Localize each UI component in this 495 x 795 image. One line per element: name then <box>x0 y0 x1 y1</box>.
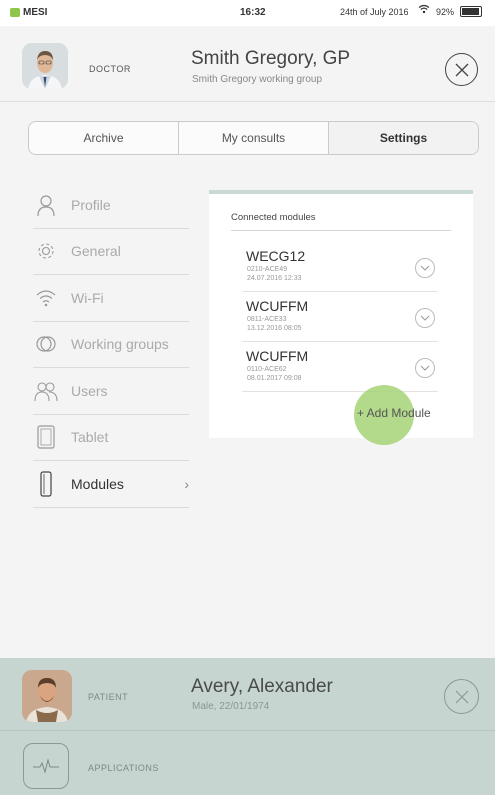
module-item[interactable]: WCUFFM 0110-ACE62 08.01.2017 09:08 <box>242 342 438 392</box>
chevron-down-icon <box>420 265 430 271</box>
menu-label: Tablet <box>71 429 109 446</box>
module-id: 0110-ACE62 <box>247 366 287 373</box>
doctor-name: Smith Gregory, GP <box>191 48 351 69</box>
add-module-button[interactable]: + Add Module <box>357 406 431 420</box>
module-name: WCUFFM <box>246 348 309 364</box>
menu-label: General <box>71 243 121 260</box>
battery-percent: 92% <box>436 7 455 17</box>
chevron-right-icon: › <box>184 476 189 492</box>
menu-item-profile[interactable]: Profile <box>33 182 189 229</box>
patient-name: Avery, Alexander <box>191 676 333 697</box>
chevron-down-icon <box>420 365 430 371</box>
tablet-icon <box>33 424 59 450</box>
menu-label: Modules <box>71 475 124 492</box>
status-bar: MESI 16:32 24th of July 2016 92% <box>0 0 495 26</box>
status-time: 16:32 <box>240 7 266 18</box>
expand-button[interactable] <box>415 308 435 328</box>
menu-label: Working groups <box>71 336 169 353</box>
person-icon <box>33 192 59 218</box>
doctor-close-button[interactable] <box>445 53 478 86</box>
menu-item-users[interactable]: Users <box>33 368 189 415</box>
panel-title: Connected modules <box>231 212 316 223</box>
patient-role-label: PATIENT <box>88 692 129 702</box>
gear-icon <box>33 238 59 264</box>
expand-button[interactable] <box>415 258 435 278</box>
doctor-role-label: DOCTOR <box>89 64 131 74</box>
tab-settings[interactable]: Settings <box>329 122 478 154</box>
close-icon <box>455 690 468 703</box>
carrier: MESI <box>10 7 47 18</box>
carrier-label: MESI <box>23 7 48 18</box>
wifi-icon <box>33 285 59 311</box>
menu-item-wifi[interactable]: Wi-Fi <box>33 275 189 322</box>
module-date: 24.07.2016 12:33 <box>247 275 302 282</box>
pulse-icon <box>33 758 59 774</box>
applications-bar: APPLICATIONS <box>0 730 495 795</box>
module-name: WCUFFM <box>246 298 309 314</box>
doctor-group: Smith Gregory working group <box>192 74 323 85</box>
module-date: 08.01.2017 09:08 <box>247 375 302 382</box>
signal-icon <box>10 8 20 17</box>
menu-label: Profile <box>71 196 111 213</box>
module-item[interactable]: WECG12 0210-ACE49 24.07.2016 12:33 <box>242 242 438 292</box>
module-id: 0811-ACE33 <box>247 316 287 323</box>
status-date: 24th of July 2016 <box>340 7 409 17</box>
menu-item-modules[interactable]: Modules › <box>33 461 189 508</box>
expand-button[interactable] <box>415 358 435 378</box>
groups-icon <box>33 331 59 357</box>
module-name: WECG12 <box>246 248 306 264</box>
divider <box>231 230 451 231</box>
module-icon <box>33 471 59 497</box>
battery-icon <box>460 6 482 17</box>
patient-details: Male, 22/01/1974 <box>192 701 270 712</box>
chevron-down-icon <box>420 315 430 321</box>
applications-button[interactable] <box>23 743 69 789</box>
menu-item-general[interactable]: General <box>33 229 189 275</box>
doctor-header: DOCTOR Smith Gregory, GP Smith Gregory w… <box>0 26 495 102</box>
close-icon <box>455 63 468 76</box>
connected-modules-panel: Connected modules WECG12 0210-ACE49 24.0… <box>209 190 473 445</box>
main-tabs: Archive My consults Settings <box>28 121 479 155</box>
patient-close-button[interactable] <box>444 679 479 714</box>
settings-menu: Profile General Wi-Fi Working groups Use… <box>33 182 189 508</box>
module-item[interactable]: WCUFFM 0811-ACE33 13.12.2016 08:05 <box>242 292 438 342</box>
patient-bar: PATIENT Avery, Alexander Male, 22/01/197… <box>0 658 495 730</box>
applications-label: APPLICATIONS <box>88 763 159 773</box>
menu-item-working-groups[interactable]: Working groups <box>33 322 189 368</box>
menu-label: Users <box>71 382 108 399</box>
menu-label: Wi-Fi <box>71 289 104 306</box>
users-icon <box>33 378 59 404</box>
tab-my-consults[interactable]: My consults <box>179 122 329 154</box>
wifi-status-icon <box>418 4 430 17</box>
doctor-avatar[interactable] <box>22 43 68 89</box>
module-id: 0210-ACE49 <box>247 266 288 273</box>
menu-item-tablet[interactable]: Tablet <box>33 415 189 461</box>
tab-archive[interactable]: Archive <box>29 122 179 154</box>
patient-avatar[interactable] <box>22 670 72 722</box>
module-date: 13.12.2016 08:05 <box>247 325 302 332</box>
